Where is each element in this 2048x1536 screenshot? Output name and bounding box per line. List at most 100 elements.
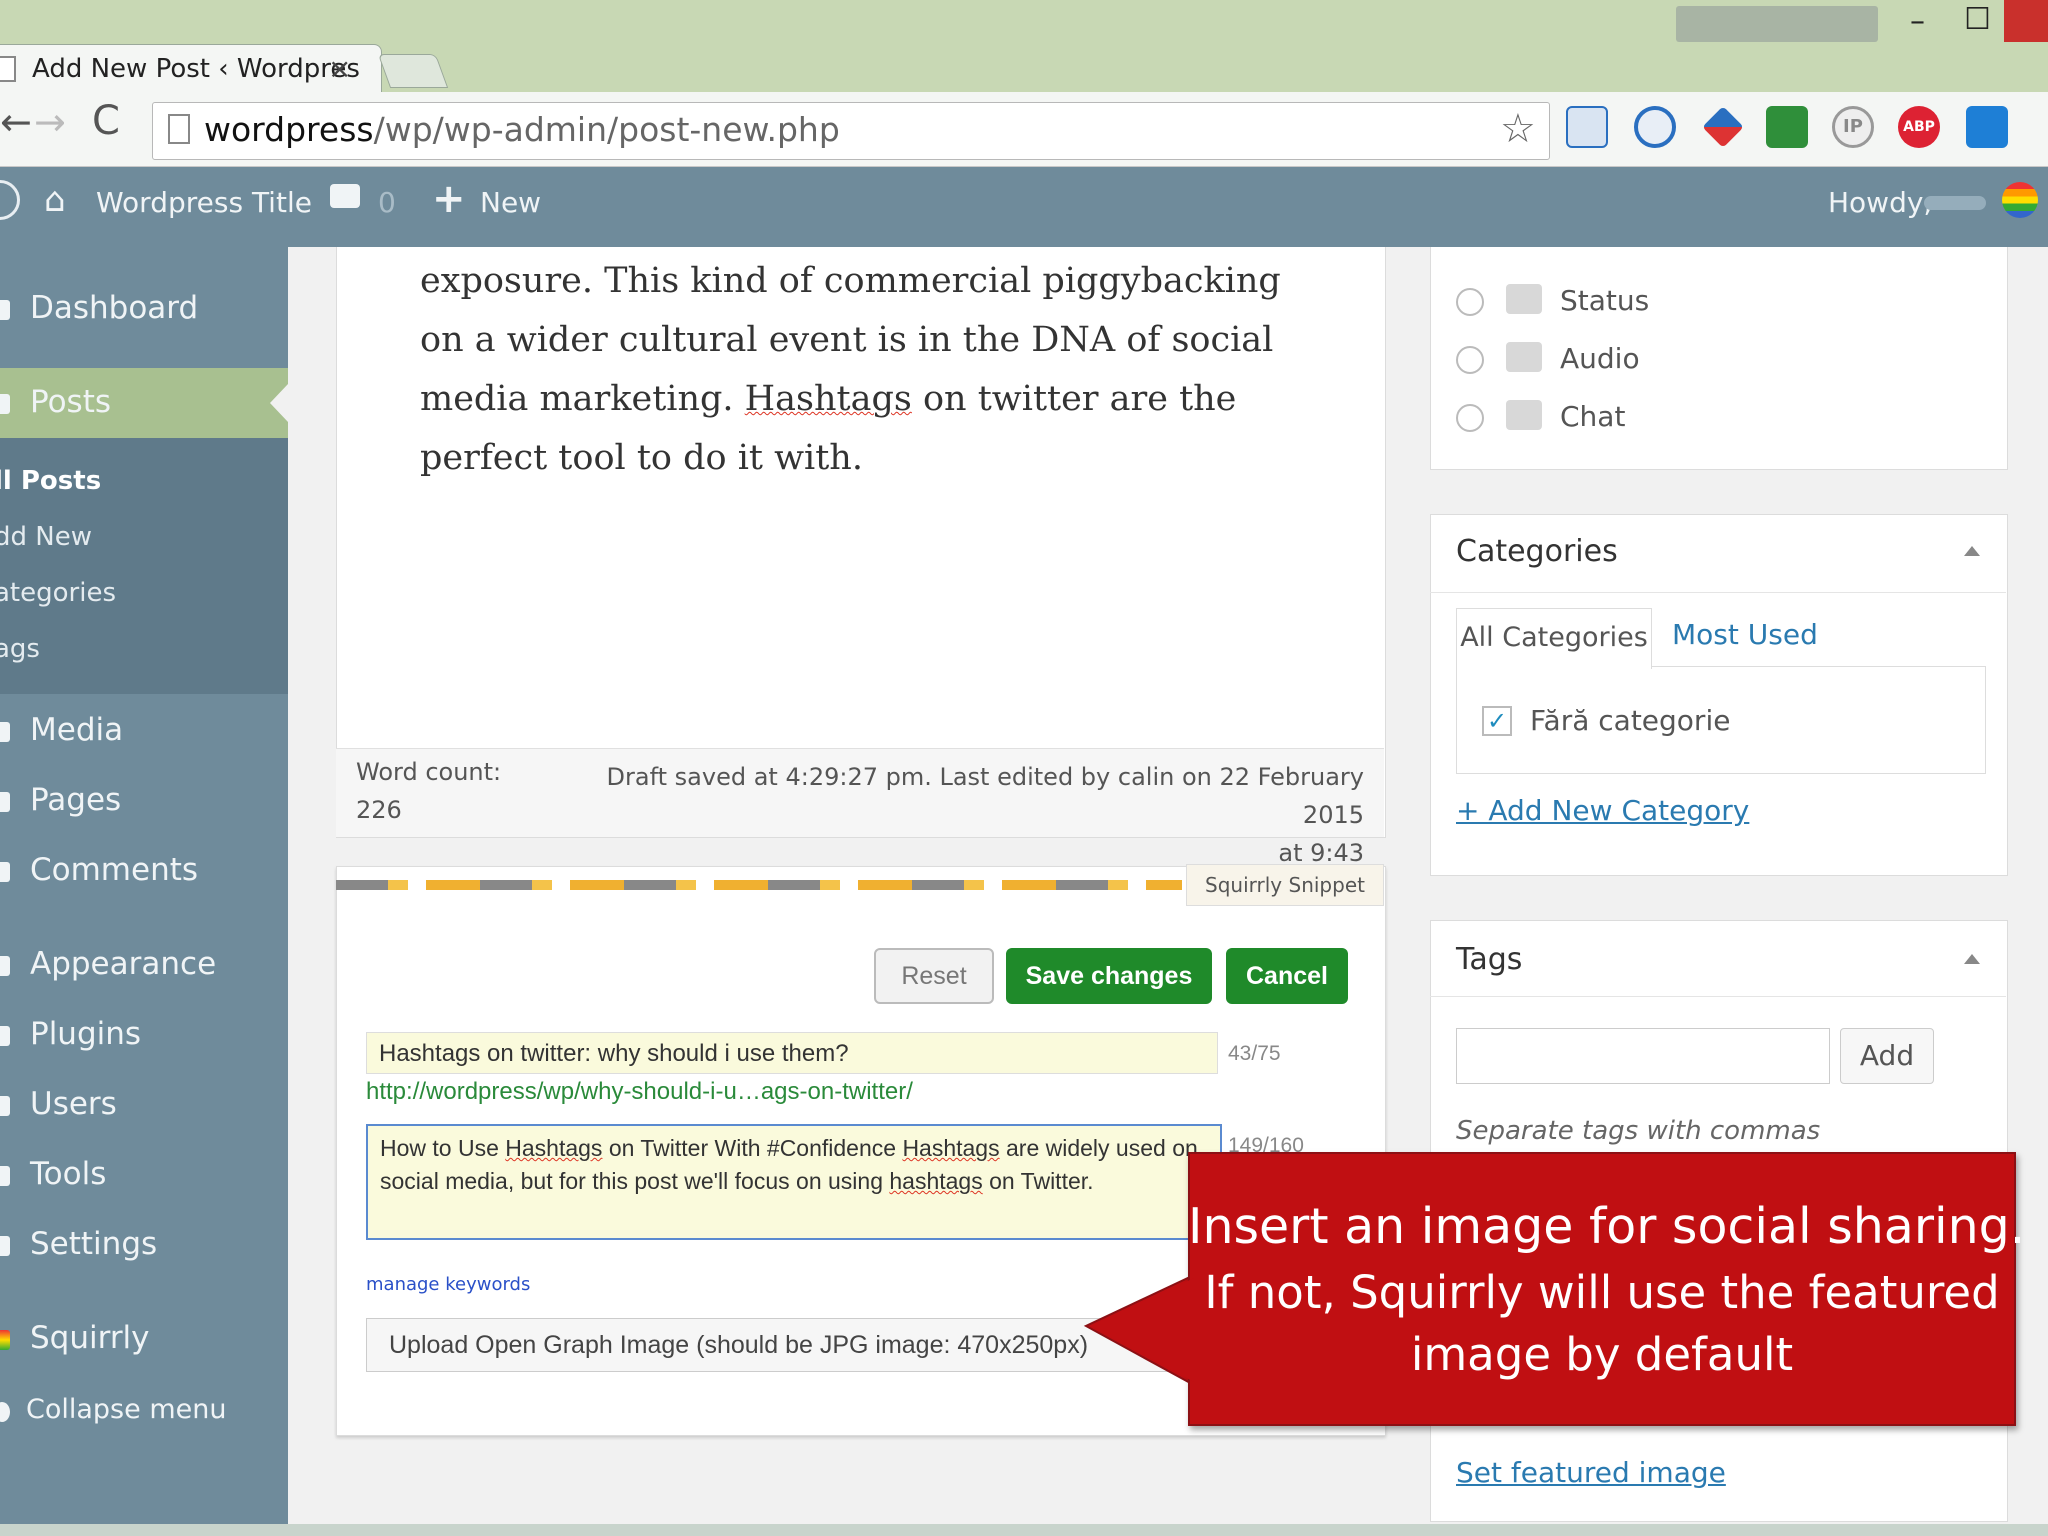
page-icon: [0, 56, 16, 82]
url-host: wordpress: [204, 110, 374, 149]
set-featured-image-link[interactable]: Set featured image: [1456, 1456, 1726, 1489]
format-radio-chat[interactable]: [1456, 404, 1484, 432]
tag-input[interactable]: [1456, 1028, 1830, 1084]
maximize-icon[interactable]: ☐: [1964, 2, 1991, 37]
bookmark-star-icon[interactable]: ☆: [1500, 106, 1536, 152]
misspelled-word: hashtags: [889, 1168, 983, 1194]
desc-text: on Twitter.: [982, 1168, 1094, 1194]
adblock-icon[interactable]: ABP: [1898, 106, 1940, 148]
add-tag-button[interactable]: Add: [1840, 1028, 1934, 1084]
callout-headline: Insert an image for social sharing.: [1188, 1198, 2026, 1255]
draft-saved-text: Draft saved at 4:29:27 pm. Last edited b…: [606, 763, 1364, 829]
music-note-icon: [1506, 342, 1542, 372]
format-radio-status[interactable]: [1456, 288, 1484, 316]
new-tab-button[interactable]: [377, 54, 449, 88]
tab-most-used[interactable]: Most Used: [1672, 618, 1818, 651]
tag-hint: Separate tags with commas: [1456, 1116, 1821, 1146]
comment-icon[interactable]: [330, 184, 360, 208]
window-user-badge[interactable]: [1676, 6, 1878, 42]
submenu-all-posts[interactable]: ll Posts: [0, 466, 101, 496]
sidebar-item-settings[interactable]: Settings: [30, 1226, 157, 1262]
format-label-audio: Audio: [1560, 342, 1640, 375]
url-text[interactable]: wordpress/wp/wp-admin/post-new.php: [204, 110, 840, 149]
collapse-menu-button[interactable]: Collapse menu: [26, 1394, 226, 1425]
snippet-description-textarea[interactable]: How to Use Hashtags on Twitter With #Con…: [366, 1124, 1222, 1240]
close-window-icon[interactable]: [2004, 0, 2048, 42]
divider: [1430, 592, 2006, 593]
callout-subtext: If not, Squirrly will use the featured i…: [1204, 1266, 2000, 1381]
extension-search-icon[interactable]: [1634, 106, 1676, 148]
sidebar-item-media[interactable]: Media: [30, 712, 123, 748]
add-new-category-link[interactable]: + Add New Category: [1456, 794, 1749, 827]
misspelled-word: Hashtags: [902, 1135, 1000, 1161]
sidebar-item-comments[interactable]: Comments: [30, 852, 198, 888]
squirrly-snippet-tab[interactable]: Squirrly Snippet: [1186, 864, 1384, 906]
settings-icon: [0, 1236, 10, 1256]
sidebar-item-plugins[interactable]: Plugins: [30, 1016, 141, 1052]
collapse-arrow-icon[interactable]: [1964, 546, 1980, 556]
tab-title: Add New Post ‹ Wordpres: [32, 54, 360, 84]
user-name-blurred[interactable]: [1924, 196, 1986, 210]
cancel-button[interactable]: Cancel: [1226, 948, 1348, 1004]
submenu-tags[interactable]: ags: [0, 634, 40, 664]
sidebar-item-pages[interactable]: Pages: [30, 782, 121, 818]
back-arrow-icon[interactable]: ←: [0, 100, 32, 144]
misspelled-word: Hashtags: [744, 379, 912, 419]
reset-button[interactable]: Reset: [874, 948, 994, 1004]
submenu-add-new[interactable]: dd New: [0, 522, 92, 552]
sidebar-item-users[interactable]: Users: [30, 1086, 117, 1122]
page-icon: [168, 114, 190, 144]
browser-menu-icon[interactable]: ⋮: [2034, 108, 2048, 148]
active-menu-arrow: [270, 384, 288, 422]
dashboard-icon: [0, 300, 10, 320]
sidebar-item-appearance[interactable]: Appearance: [30, 946, 216, 982]
desc-text: on Twitter With #Confidence: [602, 1135, 903, 1161]
squirrly-icon: [0, 1330, 10, 1350]
appearance-icon: [0, 956, 10, 976]
reload-icon[interactable]: C: [92, 98, 120, 144]
sidebar-item-squirrly[interactable]: Squirrly: [30, 1320, 150, 1356]
collapse-arrow-icon[interactable]: [1964, 954, 1980, 964]
new-content-link[interactable]: New: [480, 186, 541, 219]
editor-content[interactable]: exposure. This kind of commercial piggyb…: [420, 252, 1320, 488]
extension-ip-icon[interactable]: IP: [1832, 106, 1874, 148]
pin-icon: [0, 394, 10, 414]
tab-close-icon[interactable]: ×: [328, 52, 351, 85]
manage-keywords-link[interactable]: manage keywords: [366, 1274, 530, 1295]
desc-text: How to Use: [380, 1135, 506, 1161]
misspelled-word: Hashtags: [505, 1135, 603, 1161]
extension-board-icon[interactable]: [1966, 106, 2008, 148]
snippet-title-input[interactable]: Hashtags on twitter: why should i use th…: [366, 1032, 1218, 1074]
minimize-icon[interactable]: –: [1910, 4, 1925, 39]
home-icon[interactable]: ⌂: [44, 180, 66, 220]
forward-arrow-icon[interactable]: →: [34, 100, 66, 144]
sidebar-item-posts[interactable]: Posts: [30, 384, 111, 420]
category-checkbox[interactable]: ✓: [1482, 706, 1512, 736]
divider: [1430, 996, 2006, 997]
comment-count[interactable]: 0: [378, 186, 396, 219]
extension-icon[interactable]: [1566, 106, 1608, 148]
open-graph-upload-button[interactable]: Upload Open Graph Image (should be JPG i…: [366, 1318, 1186, 1372]
format-radio-audio[interactable]: [1456, 346, 1484, 374]
tools-icon: [0, 1166, 10, 1186]
window-bottom-edge: [0, 1524, 2048, 1536]
snippet-stripe-decoration: [336, 880, 1182, 890]
extension-chart-icon[interactable]: [1766, 106, 1808, 148]
plus-icon[interactable]: +: [432, 176, 466, 222]
sidebar-item-dashboard[interactable]: Dashboard: [30, 290, 198, 326]
media-icon: [0, 722, 10, 742]
format-label-chat: Chat: [1560, 400, 1626, 433]
howdy-text[interactable]: Howdy,: [1828, 186, 1932, 219]
plugins-icon: [0, 1026, 10, 1046]
site-title-link[interactable]: Wordpress Title: [96, 186, 312, 219]
comments-icon: [0, 862, 10, 882]
word-count-value: 226: [356, 796, 402, 824]
tab-all-categories[interactable]: All Categories: [1456, 608, 1652, 669]
format-label-status: Status: [1560, 284, 1650, 317]
sidebar-item-tools[interactable]: Tools: [30, 1156, 106, 1192]
chat-bubbles-icon: [1506, 400, 1542, 430]
submenu-categories[interactable]: ategories: [0, 578, 116, 608]
avatar[interactable]: [2002, 182, 2038, 218]
pages-icon: [0, 792, 10, 812]
save-changes-button[interactable]: Save changes: [1006, 948, 1212, 1004]
